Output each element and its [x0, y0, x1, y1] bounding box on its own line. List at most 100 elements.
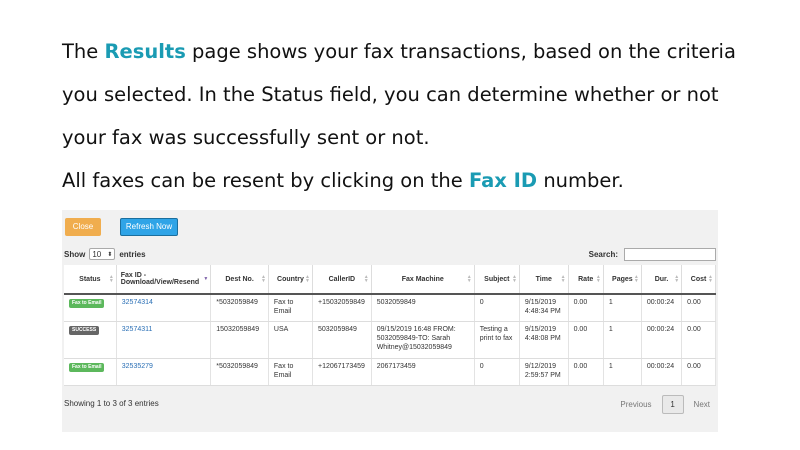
table-row: Fax to Email 32535279 *5032059849 Fax to…: [64, 358, 716, 386]
sort-icon: ▲ ▼: [633, 274, 639, 284]
header-label: Pages: [612, 275, 633, 283]
col-time[interactable]: Time ▲ ▼: [519, 265, 569, 295]
col-subject[interactable]: Subject ▲ ▼: [474, 265, 520, 295]
previous-button[interactable]: Previous: [620, 400, 651, 409]
slide-line-2: you selected. In the Status field, you c…: [62, 83, 719, 106]
col-cost[interactable]: Cost ▲ ▼: [681, 265, 716, 295]
table-info: Showing 1 to 3 of 3 entries: [64, 399, 159, 408]
col-status[interactable]: Status ▲ ▼: [64, 265, 117, 295]
cell-status: Fax to Email: [64, 294, 117, 322]
cell-time: 9/15/2019 4:48:08 PM: [519, 321, 569, 359]
header-label: Country: [277, 275, 304, 283]
cell-pages: 1: [603, 358, 642, 386]
col-country[interactable]: Country ▲ ▼: [268, 265, 313, 295]
header-label: Dest No.: [225, 275, 254, 283]
text: number.: [537, 169, 624, 192]
select-arrows-icon: ⬍: [107, 251, 113, 258]
cell-cost: 0.00: [681, 321, 716, 359]
text: The: [62, 40, 105, 63]
sort-icon: ▲ ▼: [708, 274, 713, 284]
sort-desc-icon: ▼: [203, 276, 209, 282]
col-dur[interactable]: Dur. ▲ ▼: [641, 265, 683, 295]
sort-icon: ▲ ▼: [260, 274, 266, 284]
search-label: Search:: [588, 250, 618, 259]
close-button[interactable]: Close: [65, 218, 101, 236]
col-dest-no[interactable]: Dest No. ▲ ▼: [210, 265, 269, 295]
slide-text: The Results page shows your fax transact…: [62, 30, 762, 202]
fax-id-link[interactable]: 32574314: [122, 299, 153, 306]
sort-icon: ▲ ▼: [674, 274, 680, 284]
cell-cost: 0.00: [681, 294, 716, 322]
col-callerid[interactable]: CallerID ▲ ▼: [312, 265, 372, 295]
header-label: Subject: [484, 275, 510, 283]
col-fax-id[interactable]: Fax ID - Download/View/Resend ▼: [116, 265, 212, 295]
refresh-now-button[interactable]: Refresh Now: [120, 218, 178, 236]
status-badge: Fax to Email: [69, 299, 105, 308]
cell-country: Fax to Email: [268, 358, 313, 386]
entries-select[interactable]: 10 ⬍: [89, 248, 116, 260]
col-fax-machine[interactable]: Fax Machine ▲ ▼: [371, 265, 475, 295]
cell-dest: *5032059849: [210, 358, 269, 386]
sort-icon: ▲ ▼: [560, 274, 566, 284]
cell-fax-id: 32574314: [116, 294, 212, 322]
cell-status: SUCCESS: [64, 321, 117, 359]
cell-country: USA: [268, 321, 313, 359]
table-header-row: Status ▲ ▼ Fax ID - Download/View/Resend ▼ D…: [64, 265, 716, 295]
cell-country: Fax to Email: [268, 294, 313, 322]
sort-icon: ▲ ▼: [305, 274, 310, 284]
header-label: Fax Machine: [401, 275, 444, 283]
sort-icon: ▲ ▼: [595, 274, 601, 284]
cell-time: 9/15/2019 4:48:34 PM: [519, 294, 569, 322]
table-row: SUCCESS 32574311 15032059849 USA 5032059…: [64, 321, 716, 359]
col-rate[interactable]: Rate ▲ ▼: [568, 265, 604, 295]
entries-select-value: 10: [92, 249, 102, 259]
cell-subject: 0: [474, 358, 520, 386]
cell-callerid: 5032059849: [312, 321, 372, 359]
text: All faxes can be resent by clicking on t…: [62, 169, 469, 192]
header-label: Cost: [690, 275, 707, 283]
text: page shows your fax transactions, based …: [185, 40, 736, 63]
cell-dest: 15032059849: [210, 321, 269, 359]
cell-dur: 00:00:24: [641, 358, 683, 386]
fax-id-link[interactable]: 32535279: [122, 363, 153, 370]
slide-line-4: All faxes can be resent by clicking on t…: [62, 159, 762, 202]
header-label: Download/View/Resend: [120, 279, 200, 286]
header-label: Status: [79, 275, 101, 283]
col-pages[interactable]: Pages ▲ ▼: [603, 265, 642, 295]
search-control: Search:: [589, 248, 716, 261]
cell-fax-machine: 2067173459: [371, 358, 475, 386]
slide-line-3: your fax was successfully sent or not.: [62, 126, 430, 149]
search-input[interactable]: [624, 248, 716, 261]
show-label: Show: [64, 249, 86, 259]
header-label: Rate: [578, 275, 594, 283]
cell-subject: Testing a print to fax: [474, 321, 520, 359]
cell-dur: 00:00:24: [641, 294, 683, 322]
header-label: Time: [535, 275, 552, 283]
results-highlight: Results: [104, 40, 186, 63]
slide-line-1: The Results page shows your fax transact…: [62, 30, 762, 73]
page-1-button[interactable]: 1: [661, 395, 684, 414]
cell-status: Fax to Email: [64, 358, 117, 386]
cell-fax-id: 32574311: [116, 321, 212, 359]
fax-id-link[interactable]: 32574311: [122, 326, 153, 333]
cell-callerid: +15032059849: [312, 294, 372, 322]
cell-pages: 1: [603, 294, 642, 322]
results-panel: Close Refresh Now Show 10 ⬍ entries Searc…: [62, 210, 718, 432]
cell-fax-machine: 09/15/2019 16:48 FROM: 5032059849-TO: Sa…: [371, 321, 475, 359]
cell-dest: *5032059849: [210, 294, 269, 322]
status-badge: SUCCESS: [69, 326, 100, 335]
fax-id-highlight: Fax ID: [468, 169, 538, 192]
cell-rate: 0.00: [568, 321, 604, 359]
sort-icon: ▲ ▼: [363, 274, 369, 284]
pagination: Previous 1 Next: [620, 395, 710, 414]
sort-icon: ▲ ▼: [466, 274, 472, 284]
next-button[interactable]: Next: [694, 400, 710, 409]
cell-subject: 0: [474, 294, 520, 322]
cell-dur: 00:00:24: [641, 321, 683, 359]
header-label: Fax ID -: [120, 272, 147, 279]
header-label: Dur.: [654, 275, 669, 283]
cell-pages: 1: [603, 321, 642, 359]
cell-fax-id: 32535279: [116, 358, 212, 386]
cell-callerid: +12067173459: [312, 358, 372, 386]
sort-icon: ▲ ▼: [108, 274, 114, 284]
